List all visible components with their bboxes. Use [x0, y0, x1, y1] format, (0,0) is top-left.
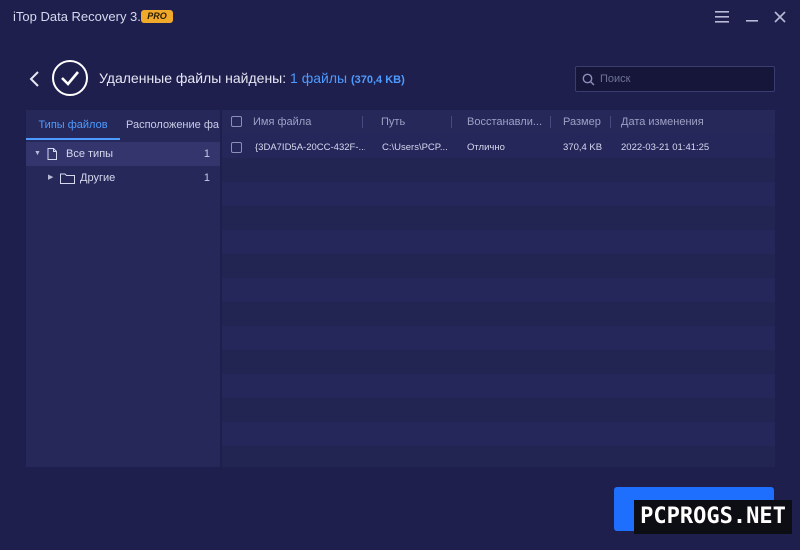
file-recoverability: Отлично: [467, 142, 505, 153]
tree-item-all-types[interactable]: ▼ Все типы 1: [26, 142, 220, 166]
minimize-icon[interactable]: [742, 7, 762, 27]
file-table: Имя файла Путь Восстанавли... Размер Дат…: [222, 110, 775, 467]
app-title: iTop Data Recovery 3.0: [13, 9, 149, 24]
total-size: (370,4 KB): [350, 74, 405, 86]
back-button[interactable]: [26, 66, 44, 92]
search-box[interactable]: [575, 66, 775, 92]
caret-down-icon[interactable]: ▼: [34, 142, 41, 166]
file-count: 1 файлы: [290, 70, 348, 86]
column-separator[interactable]: [362, 116, 363, 128]
tree-item-label: Другие: [80, 172, 116, 184]
caret-right-icon[interactable]: ▶: [48, 166, 53, 190]
watermark: PCPROGS.NET: [634, 500, 792, 534]
column-header-size[interactable]: Размер: [563, 110, 613, 134]
column-header-modified[interactable]: Дата изменения: [621, 110, 731, 134]
tree-item-count: 1: [203, 172, 210, 184]
table-header: Имя файла Путь Восстанавли... Размер Дат…: [222, 110, 775, 134]
column-header-path[interactable]: Путь: [381, 110, 441, 134]
tree-item-other[interactable]: ▶ Другие 1: [26, 166, 220, 190]
column-separator[interactable]: [451, 116, 452, 128]
row-checkbox[interactable]: [231, 142, 242, 153]
file-size: 370,4 KB: [563, 142, 603, 153]
category-tabs: Типы файлов Расположение фа: [26, 110, 220, 140]
headline-text: Удаленные файлы найдены:: [99, 70, 287, 86]
column-separator[interactable]: [550, 116, 551, 128]
results-headline: Удаленные файлы найдены: 1 файлы (370,4 …: [99, 70, 405, 86]
file-name: {3DA7ID5A-20CC-432F-...: [255, 142, 365, 153]
column-header-name[interactable]: Имя файла: [253, 110, 353, 134]
tree-item-count: 1: [203, 148, 210, 160]
file-icon: [47, 148, 57, 160]
file-path: C:\Users\PCP...: [382, 142, 447, 153]
chevron-left-icon: [29, 71, 39, 87]
folder-icon: [60, 173, 75, 184]
hamburger-icon[interactable]: [712, 7, 732, 27]
column-separator[interactable]: [610, 116, 611, 128]
pro-badge: PRO: [141, 10, 173, 23]
title-bar: iTop Data Recovery 3.0 PRO: [0, 0, 800, 34]
tab-file-types[interactable]: Типы файлов: [26, 110, 120, 140]
category-panel: Типы файлов Расположение фа ▼ Все типы 1…: [26, 110, 220, 467]
column-header-recoverability[interactable]: Восстанавли...: [467, 110, 551, 134]
success-check-icon: [52, 60, 88, 96]
table-row[interactable]: {3DA7ID5A-20CC-432F-... C:\Users\PCP... …: [222, 136, 775, 160]
file-modified: 2022-03-21 01:41:25: [621, 142, 710, 153]
search-input[interactable]: [600, 70, 770, 88]
tab-file-location[interactable]: Расположение фа: [126, 110, 220, 140]
close-icon[interactable]: [770, 7, 790, 27]
search-icon: [582, 73, 595, 86]
tree-item-label: Все типы: [66, 148, 114, 160]
select-all-checkbox[interactable]: [231, 116, 242, 127]
